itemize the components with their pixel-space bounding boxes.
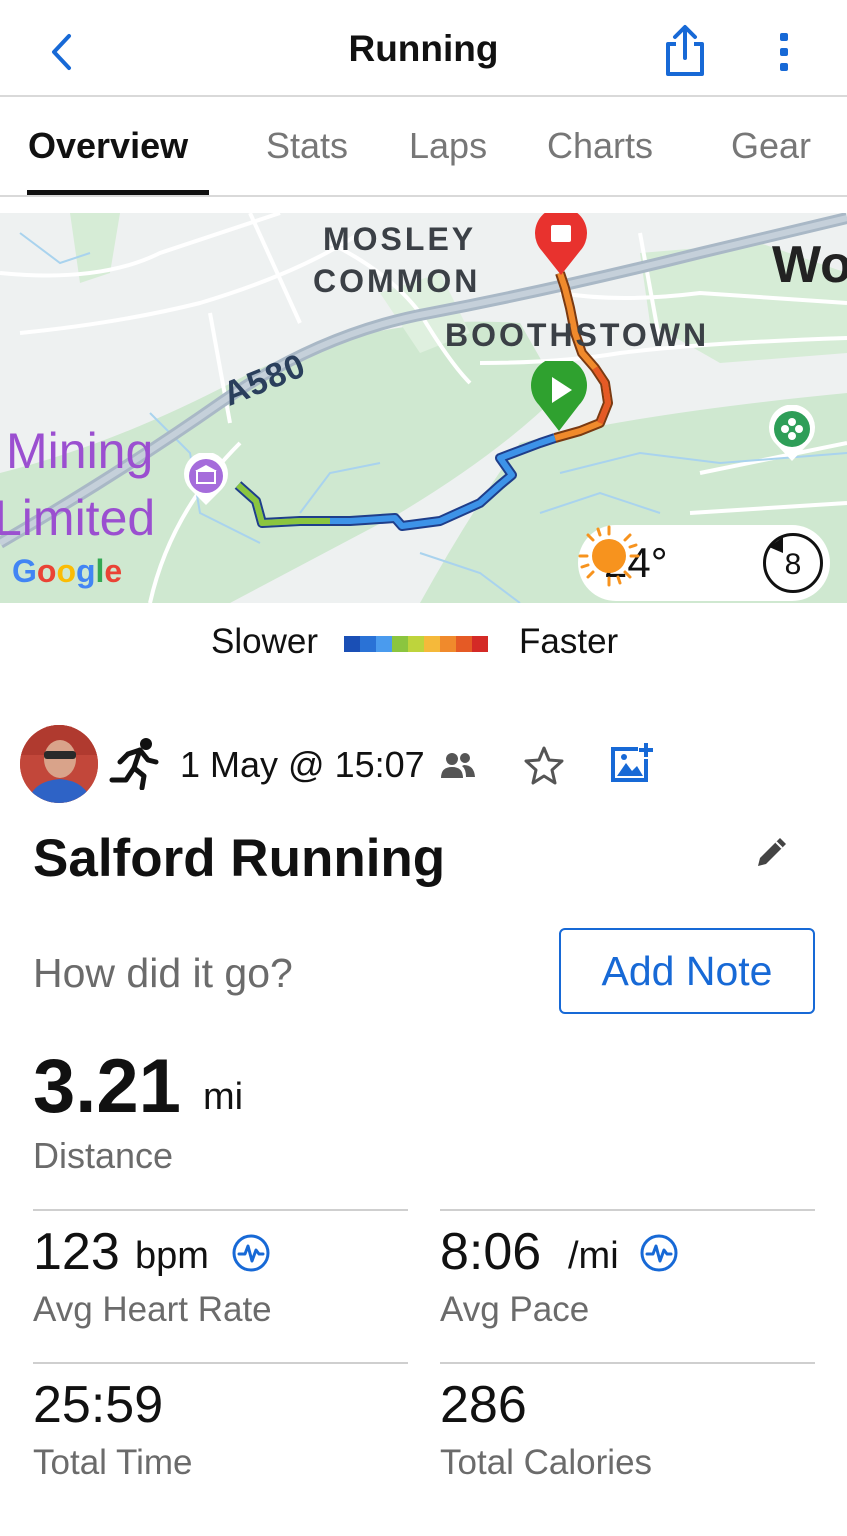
divider (440, 1362, 815, 1364)
google-letter: g (75, 553, 96, 589)
share-button[interactable] (660, 24, 710, 78)
map-label-common: COMMON (313, 263, 481, 299)
dot (780, 33, 788, 41)
map-label-mosley: MOSLEY (323, 221, 477, 257)
page-title: Running (348, 28, 499, 69)
tab-charts[interactable]: Charts (547, 125, 653, 167)
route-map[interactable]: MOSLEY COMMON BOOTHSTOWN A580 Wo Mining … (0, 213, 847, 603)
heart-rate-label: Avg Heart Rate (33, 1290, 272, 1329)
total-calories-value: 286 (440, 1376, 527, 1434)
google-letter: e (104, 553, 123, 589)
star-icon[interactable] (523, 745, 565, 785)
total-time-label: Total Time (33, 1443, 193, 1482)
more-options-button[interactable] (768, 28, 800, 76)
pace-color-swatch (376, 636, 392, 652)
pace-unit: /mi (568, 1235, 619, 1277)
tab-stats[interactable]: Stats (266, 125, 348, 167)
pace-legend: Slower Faster (0, 622, 847, 662)
people-icon[interactable] (440, 750, 476, 780)
place-label-mining: Mining (6, 423, 154, 479)
google-attribution: Google (12, 553, 122, 590)
finish-marker-icon (535, 213, 587, 275)
share-icon (666, 25, 704, 76)
top-bar: Running (0, 0, 847, 97)
pace-color-scale (344, 636, 488, 652)
divider (33, 1209, 408, 1211)
google-letter: G (12, 553, 37, 589)
wind-direction-icon: 8 (763, 533, 823, 593)
tab-overview[interactable]: Overview (28, 125, 188, 167)
activity-title: Salford Running (33, 829, 446, 888)
active-tab-indicator (27, 190, 209, 195)
total-calories-label: Total Calories (440, 1443, 653, 1482)
add-photo-icon[interactable] (610, 741, 654, 783)
wind-speed: 8 (784, 548, 802, 581)
distance-unit: mi (203, 1076, 244, 1118)
map-label-wo: Wo (772, 236, 847, 294)
tab-bar: Overview Stats Laps Charts Gear (0, 99, 847, 197)
pace-color-swatch (456, 636, 472, 652)
divider (33, 1362, 408, 1364)
user-photo (20, 725, 98, 803)
pace-color-swatch (472, 636, 488, 652)
divider (440, 1209, 815, 1211)
sun-icon (578, 525, 640, 587)
map-label-boothstown: BOOTHSTOWN (445, 317, 710, 353)
google-letter: o (36, 553, 57, 589)
avatar[interactable] (20, 725, 98, 803)
edit-pencil-icon[interactable] (752, 832, 792, 872)
distance-value: 3.21 (33, 1044, 181, 1129)
heart-rate-chart-icon[interactable] (231, 1233, 271, 1273)
pace-color-swatch (360, 636, 376, 652)
pace-chart-icon[interactable] (639, 1233, 679, 1273)
legend-slower-label: Slower (211, 622, 318, 661)
pace-color-swatch (408, 636, 424, 652)
distance-label: Distance (33, 1135, 174, 1176)
pace-label: Avg Pace (440, 1290, 590, 1329)
heart-rate-unit: bpm (135, 1235, 209, 1277)
add-note-button[interactable]: Add Note (559, 928, 815, 1014)
pace-color-swatch (344, 636, 360, 652)
how-did-it-go-prompt: How did it go? (33, 950, 293, 996)
legend-faster-label: Faster (519, 622, 619, 661)
running-icon (109, 738, 159, 790)
total-time-value: 25:59 (33, 1376, 164, 1434)
pace-color-swatch (424, 636, 440, 652)
weather-badge[interactable]: 24° 8 (578, 525, 830, 601)
pace-value: 8:06 (440, 1223, 542, 1281)
pace-color-swatch (440, 636, 456, 652)
tab-gear[interactable]: Gear (731, 125, 811, 167)
museum-poi-icon (184, 453, 228, 505)
place-label-limited: Limited (0, 490, 156, 546)
activity-date: 1 May @ 15:07 (180, 744, 425, 785)
park-poi-icon (769, 405, 815, 461)
start-marker-icon (531, 361, 587, 431)
dot (780, 48, 788, 56)
google-letter: o (56, 553, 76, 589)
dot (780, 63, 788, 71)
heart-rate-value: 123 (33, 1223, 120, 1281)
pace-color-swatch (392, 636, 408, 652)
tab-laps[interactable]: Laps (409, 125, 487, 167)
